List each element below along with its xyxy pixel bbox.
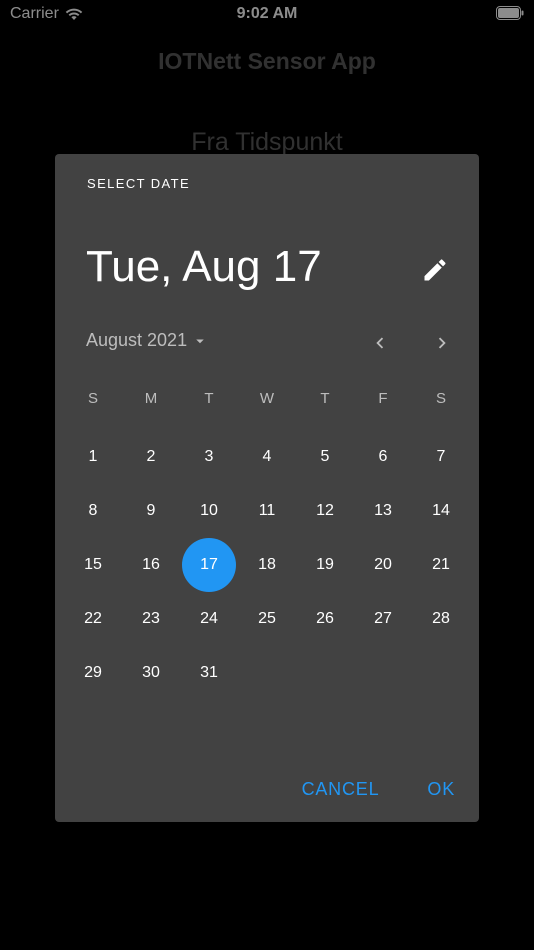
calendar-day[interactable]: 12 bbox=[296, 484, 354, 538]
calendar-day-number: 24 bbox=[200, 610, 218, 627]
date-picker-dialog: SELECT DATE Tue, Aug 17 August 2021 S M T W… bbox=[55, 154, 479, 822]
weekday-label: S bbox=[87, 390, 98, 407]
calendar-day[interactable]: 14 bbox=[412, 484, 470, 538]
calendar-day[interactable]: 1 bbox=[64, 430, 122, 484]
calendar-day-number: 12 bbox=[316, 502, 334, 519]
calendar-day-number: 18 bbox=[258, 556, 276, 573]
selected-date-display: Tue, Aug 17 bbox=[86, 242, 322, 291]
calendar-day-number: 8 bbox=[88, 502, 98, 519]
calendar-day-number: 5 bbox=[320, 448, 330, 465]
calendar-day-number: 22 bbox=[84, 610, 102, 627]
month-year-label: August 2021 bbox=[86, 330, 188, 350]
calendar-day-number: 21 bbox=[432, 556, 450, 573]
calendar-day[interactable]: 10 bbox=[180, 484, 238, 538]
calendar-day-number: 6 bbox=[378, 448, 388, 465]
calendar-day[interactable]: 27 bbox=[354, 592, 412, 646]
calendar-day[interactable]: 20 bbox=[354, 538, 412, 592]
calendar-day[interactable]: 18 bbox=[238, 538, 296, 592]
weekday-header-row: SMTWTFS bbox=[64, 390, 470, 407]
calendar-day[interactable]: 30 bbox=[122, 646, 180, 700]
calendar-day[interactable]: 24 bbox=[180, 592, 238, 646]
cancel-button[interactable]: CANCEL bbox=[302, 779, 380, 800]
select-date-label: SELECT DATE bbox=[87, 176, 191, 191]
calendar-day-number: 31 bbox=[200, 664, 218, 681]
calendar-day[interactable]: 31 bbox=[180, 646, 238, 700]
calendar-day-number: 4 bbox=[262, 448, 272, 465]
screen: Carrier 9:02 AM IOTNett Sensor App Fra T… bbox=[0, 0, 534, 950]
calendar-day-number: 30 bbox=[142, 664, 160, 681]
calendar-day-number: 16 bbox=[142, 556, 160, 573]
calendar-day-number: 13 bbox=[374, 502, 392, 519]
calendar-day-number: 11 bbox=[258, 502, 276, 519]
calendar-day[interactable]: 6 bbox=[354, 430, 412, 484]
calendar-day-number: 29 bbox=[84, 664, 102, 681]
calendar-day[interactable]: 7 bbox=[412, 430, 470, 484]
calendar-day-number: 26 bbox=[316, 610, 334, 627]
calendar-day[interactable]: 4 bbox=[238, 430, 296, 484]
previous-month-button[interactable] bbox=[365, 328, 395, 358]
calendar-day-number: 14 bbox=[432, 502, 450, 519]
calendar-day-number: 2 bbox=[146, 448, 156, 465]
calendar-day-number: 10 bbox=[200, 502, 218, 519]
calendar-day[interactable]: 13 bbox=[354, 484, 412, 538]
dialog-actions: CANCEL OK bbox=[302, 779, 455, 800]
weekday-label: W bbox=[259, 390, 275, 407]
calendar-day-number: 15 bbox=[84, 556, 102, 573]
edit-date-button[interactable] bbox=[415, 250, 455, 290]
weekday-label: M bbox=[144, 390, 158, 407]
calendar-day[interactable]: 11 bbox=[238, 484, 296, 538]
calendar-day[interactable]: 28 bbox=[412, 592, 470, 646]
calendar-day-selected[interactable]: 17 bbox=[180, 538, 238, 592]
calendar-day[interactable]: 8 bbox=[64, 484, 122, 538]
calendar-day-number: 7 bbox=[436, 448, 446, 465]
weekday-label: T bbox=[320, 390, 330, 407]
calendar-day[interactable]: 25 bbox=[238, 592, 296, 646]
chevron-right-icon bbox=[438, 337, 446, 349]
month-year-selector[interactable]: August 2021 bbox=[86, 330, 209, 351]
calendar-day-grid: 1 2 3 4 5 6 7 8 9 10 11 12 13 14 15 16 17 18 19 20 21 22 23 24 2… bbox=[64, 430, 470, 700]
calendar-day[interactable]: 22 bbox=[64, 592, 122, 646]
calendar-day[interactable]: 19 bbox=[296, 538, 354, 592]
calendar-day-number: 1 bbox=[88, 448, 98, 465]
calendar-day[interactable]: 21 bbox=[412, 538, 470, 592]
calendar-day[interactable]: 16 bbox=[122, 538, 180, 592]
calendar-day-number: 23 bbox=[142, 610, 160, 627]
calendar-day[interactable]: 26 bbox=[296, 592, 354, 646]
calendar-day[interactable]: 29 bbox=[64, 646, 122, 700]
calendar-day[interactable]: 9 bbox=[122, 484, 180, 538]
calendar-day-number: 17 bbox=[182, 538, 236, 592]
calendar-day[interactable]: 3 bbox=[180, 430, 238, 484]
chevron-left-icon bbox=[376, 337, 384, 349]
calendar-day[interactable]: 2 bbox=[122, 430, 180, 484]
weekday-label: T bbox=[204, 390, 214, 407]
calendar-day-number: 27 bbox=[374, 610, 392, 627]
calendar-day-number: 3 bbox=[204, 448, 214, 465]
pencil-icon bbox=[424, 259, 446, 281]
weekday-label: F bbox=[378, 390, 388, 407]
caret-down-icon bbox=[196, 339, 204, 343]
weekday-label: S bbox=[435, 390, 446, 407]
next-month-button[interactable] bbox=[427, 328, 457, 358]
calendar-day-number: 20 bbox=[374, 556, 392, 573]
calendar-day-number: 9 bbox=[146, 502, 156, 519]
ok-button[interactable]: OK bbox=[427, 779, 455, 800]
calendar-day[interactable]: 15 bbox=[64, 538, 122, 592]
calendar-day-number: 19 bbox=[316, 556, 334, 573]
calendar-day[interactable]: 5 bbox=[296, 430, 354, 484]
calendar-day-number: 28 bbox=[432, 610, 450, 627]
calendar-day-number: 25 bbox=[258, 610, 276, 627]
calendar-day[interactable]: 23 bbox=[122, 592, 180, 646]
